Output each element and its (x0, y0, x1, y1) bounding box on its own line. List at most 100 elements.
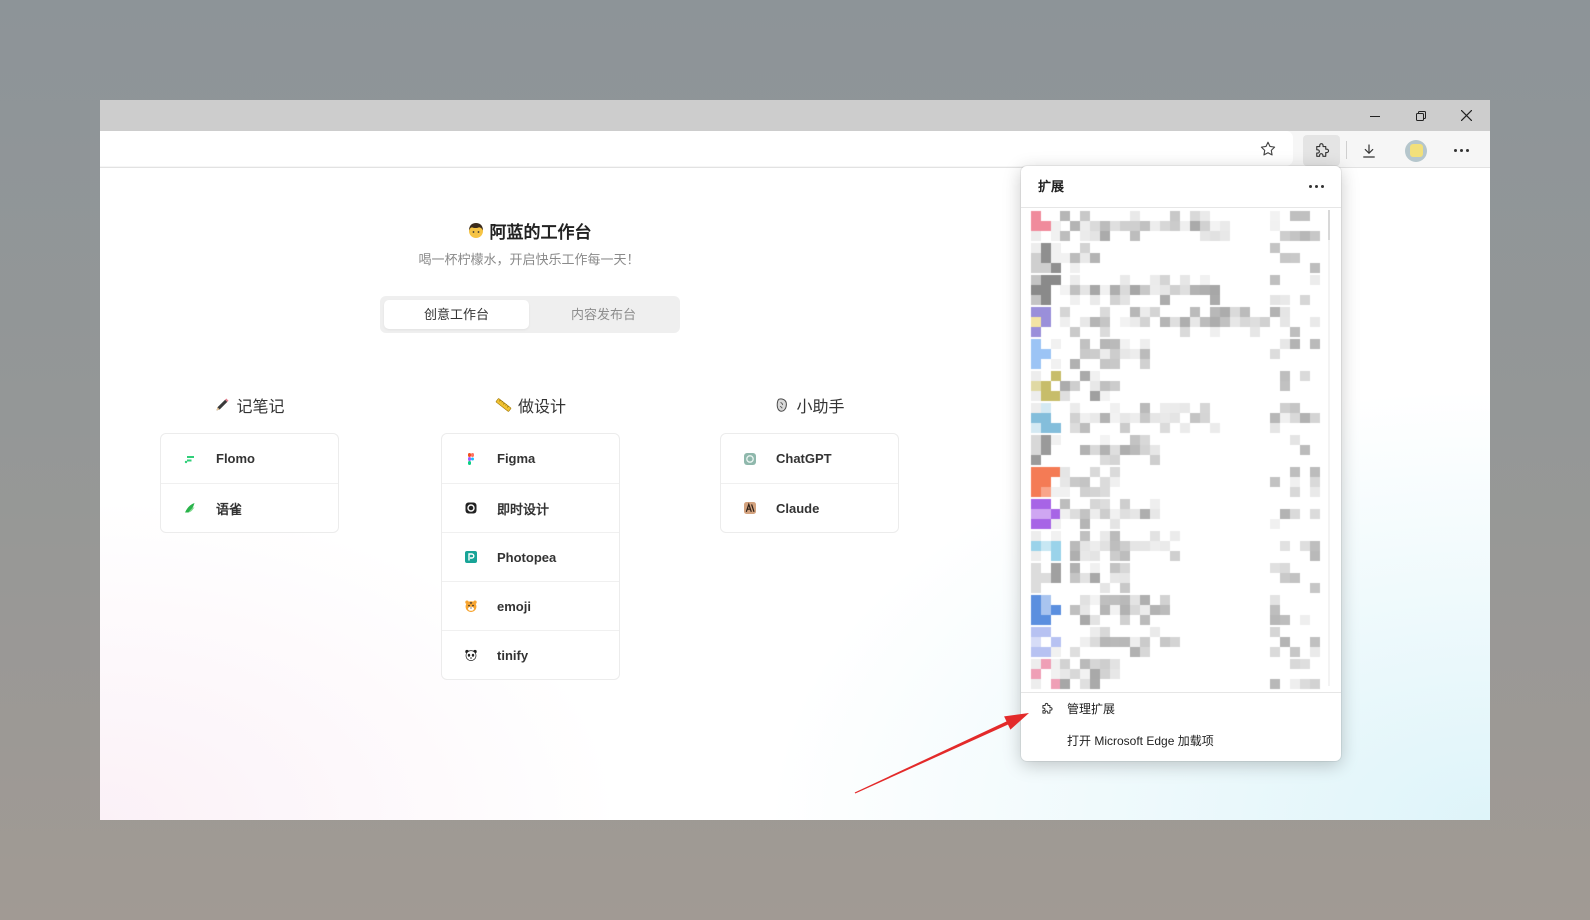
blurred-extension-content (1021, 466, 1339, 498)
app-name: ChatGPT (776, 451, 832, 466)
app-card: ChatGPT Claude (720, 433, 899, 533)
blurred-extension-content (1021, 626, 1339, 658)
downloads-button[interactable] (1354, 135, 1384, 166)
extension-item[interactable] (1021, 242, 1339, 274)
blurred-extension-content (1021, 370, 1339, 402)
open-edge-addons-link[interactable]: 打开 Microsoft Edge 加载项 (1021, 727, 1341, 755)
flomo-icon (184, 455, 194, 463)
close-icon (1460, 110, 1472, 121)
chatgpt-icon (744, 452, 756, 465)
blurred-extension-content (1021, 242, 1339, 274)
app-link-figma[interactable]: Figma (442, 434, 619, 483)
toolbar-separator (1346, 141, 1347, 159)
extension-item[interactable] (1021, 306, 1339, 338)
minimize-button[interactable] (1352, 100, 1398, 131)
extension-item[interactable] (1021, 338, 1339, 370)
more-icon (1308, 184, 1324, 188)
app-name: Claude (776, 500, 820, 516)
profile-button[interactable] (1401, 135, 1431, 166)
app-name: 即时设计 (497, 501, 550, 517)
page-title: 阿蓝的工作台 (379, 218, 679, 242)
extensions-scrollbar[interactable] (1328, 210, 1330, 686)
puzzle-icon (1315, 142, 1329, 157)
blurred-extension-content (1021, 562, 1339, 594)
extension-item[interactable] (1021, 562, 1339, 594)
extensions-button[interactable] (1303, 135, 1340, 166)
app-card: Figma 即时设计 Photopea emoji tinify (441, 433, 620, 680)
download-icon (1363, 143, 1375, 158)
more-icon (1453, 149, 1469, 152)
tab-creative-workspace[interactable]: 创意工作台 (384, 300, 529, 329)
extension-item[interactable] (1021, 658, 1339, 690)
figma-icon (468, 452, 474, 465)
extensions-list-blurred (1021, 210, 1341, 690)
settings-and-more-button[interactable] (1446, 135, 1476, 166)
app-name: Photopea (497, 549, 557, 565)
extension-item[interactable] (1021, 594, 1339, 626)
section-design: 做设计 Figma 即时设计 Photopea emoji tinify (441, 394, 620, 680)
extension-item[interactable] (1021, 210, 1339, 242)
app-link-emoji[interactable]: emoji (442, 581, 619, 630)
avatar-image (1409, 144, 1423, 157)
blurred-extension-content (1021, 530, 1339, 562)
app-link-tinify[interactable]: tinify (442, 630, 619, 679)
extension-item[interactable] (1021, 498, 1339, 530)
section-notes: 记笔记 Flomo 语雀 (160, 394, 339, 533)
minimize-icon (1370, 115, 1380, 117)
app-card: Flomo 语雀 (160, 433, 339, 533)
blurred-extension-content (1021, 402, 1339, 434)
close-button[interactable] (1443, 100, 1489, 131)
address-bar[interactable] (100, 131, 1293, 166)
page-subtitle: 喝一杯柠檬水，开启快乐工作每一天！ (418, 252, 640, 267)
avatar (1405, 139, 1427, 162)
extension-item[interactable] (1021, 434, 1339, 466)
app-link-yuque[interactable]: 语雀 (161, 483, 338, 532)
extensions-popup-header: 扩展 (1021, 166, 1341, 208)
manage-extensions-button[interactable]: 管理扩展 (1021, 695, 1341, 723)
app-link-jishi-design[interactable]: 即时设计 (442, 483, 619, 532)
app-link-flomo[interactable]: Flomo (161, 434, 338, 483)
blurred-extension-content (1021, 594, 1339, 626)
extension-item[interactable] (1021, 402, 1339, 434)
section-assistants: 小助手 ChatGPT Claude (720, 394, 899, 533)
extension-item[interactable] (1021, 466, 1339, 498)
blurred-extension-content (1021, 498, 1339, 530)
popup-divider (1021, 692, 1341, 693)
extension-item[interactable] (1021, 530, 1339, 562)
puzzle-icon (1042, 702, 1053, 714)
app-link-claude[interactable]: Claude (721, 483, 898, 532)
section-title: 做设计 (517, 399, 566, 416)
extension-item[interactable] (1021, 370, 1339, 402)
restore-icon (1416, 110, 1426, 121)
app-name: tinify (497, 647, 529, 663)
manage-extensions-label: 管理扩展 (1067, 702, 1116, 716)
yuque-icon (185, 503, 195, 513)
title-bar[interactable] (100, 100, 1490, 131)
section-header: 小助手 (720, 394, 899, 416)
browser-toolbar (100, 131, 1490, 168)
app-name: Figma (497, 451, 536, 466)
ruler-icon (495, 398, 512, 412)
extensions-more-button[interactable] (1303, 176, 1329, 196)
assistant-icon (777, 398, 788, 412)
tab-content-publishing[interactable]: 内容发布台 (531, 300, 676, 329)
blurred-extension-content (1021, 434, 1339, 466)
app-name: 语雀 (216, 501, 243, 517)
blurred-extension-content (1021, 306, 1339, 338)
page-title-text: 阿蓝的工作台 (489, 222, 592, 242)
tiger-emoji-icon (465, 600, 477, 612)
photopea-icon (465, 551, 477, 563)
favorite-button[interactable] (1258, 139, 1278, 159)
app-name: emoji (497, 598, 531, 614)
blurred-extension-content (1021, 338, 1339, 370)
section-title: 小助手 (796, 399, 845, 416)
section-header: 做设计 (441, 394, 620, 416)
browser-window: 阿蓝的工作台 喝一杯柠檬水，开启快乐工作每一天！ 创意工作台 内容发布台 记笔记… (100, 100, 1490, 820)
app-link-chatgpt[interactable]: ChatGPT (721, 434, 898, 483)
extension-item[interactable] (1021, 626, 1339, 658)
scrollbar-thumb[interactable] (1328, 210, 1330, 240)
extension-item[interactable] (1021, 274, 1339, 306)
app-name: Flomo (216, 451, 255, 466)
app-link-photopea[interactable]: Photopea (442, 532, 619, 581)
restore-button[interactable] (1398, 100, 1444, 131)
